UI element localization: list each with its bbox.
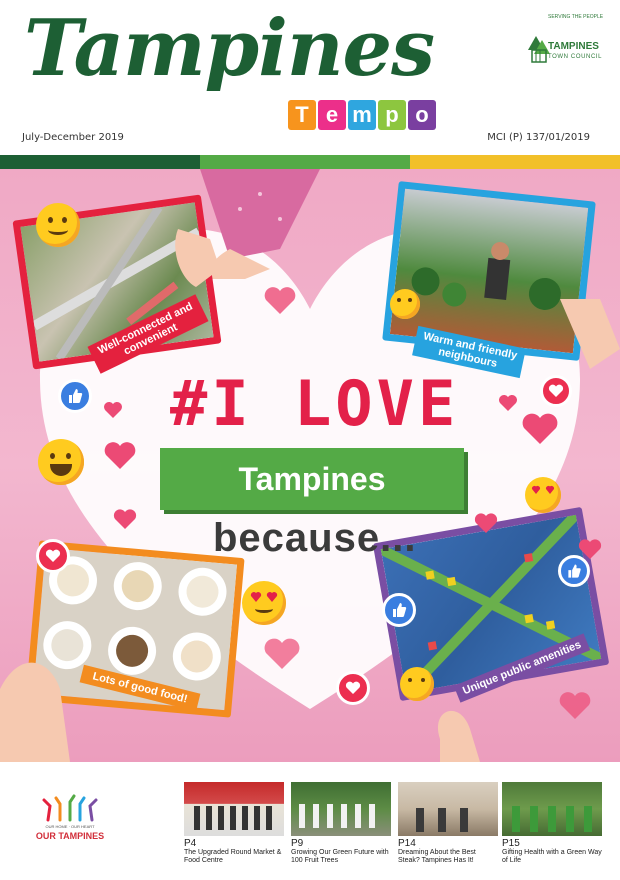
article-page: P15 — [502, 838, 520, 849]
masthead-header: Tampines T e m p o July-December 2019 MC… — [0, 0, 620, 169]
article-p14[interactable]: P14 Dreaming About the Best Steak? Tampi… — [398, 782, 498, 865]
article-desc: The Upgraded Round Market & Food Centre — [184, 849, 282, 864]
logo-text: OUR TAMPINES — [35, 831, 105, 841]
mci-number: MCI (P) 137/01/2019 — [487, 132, 590, 143]
tempo-letter: T — [288, 100, 316, 130]
article-thumbnail — [184, 782, 284, 836]
color-stripe — [0, 155, 620, 169]
article-thumbnail — [502, 782, 602, 836]
article-desc: Gifting Health with a Green Way of Life — [502, 849, 602, 864]
article-thumbnail — [398, 782, 498, 836]
council-motto: SERVING THE PEOPLE — [548, 14, 604, 20]
article-page: P4 — [184, 838, 197, 849]
our-tampines-logo: OUR HOME · OUR HEART OUR TAMPINES — [22, 792, 118, 854]
contents-footer: OUR HOME · OUR HEART OUR TAMPINES P4 The… — [0, 762, 620, 880]
article-p4[interactable]: P4 The Upgraded Round Market & Food Cent… — [184, 782, 284, 865]
tempo-logo: T e m p o — [288, 100, 436, 130]
article-desc: Growing Our Green Future with 100 Fruit … — [291, 849, 389, 864]
tempo-letter: m — [348, 100, 376, 130]
article-page: P14 — [398, 838, 416, 849]
tempo-letter: o — [408, 100, 436, 130]
people-figures-icon — [42, 794, 98, 822]
article-p9[interactable]: P9 Growing Our Green Future with 100 Fru… — [291, 782, 391, 865]
issue-date: July-December 2019 — [22, 132, 124, 143]
article-thumbnail — [291, 782, 391, 836]
article-p15[interactable]: P15 Gifting Health with a Green Way of L… — [502, 782, 602, 865]
logo-tagline: OUR HOME · OUR HEART — [45, 824, 95, 829]
tempo-letter: e — [318, 100, 346, 130]
floating-hearts — [0, 229, 620, 762]
article-desc: Dreaming About the Best Steak? Tampines … — [398, 849, 476, 864]
cover-artwork: Well-connected and convenient Warm and f… — [0, 169, 620, 762]
article-page: P9 — [291, 838, 304, 849]
tempo-letter: p — [378, 100, 406, 130]
council-name: TAMPINES — [548, 41, 599, 52]
masthead-title: Tampines — [24, 3, 435, 94]
council-sub: TOWN COUNCIL — [548, 54, 603, 60]
